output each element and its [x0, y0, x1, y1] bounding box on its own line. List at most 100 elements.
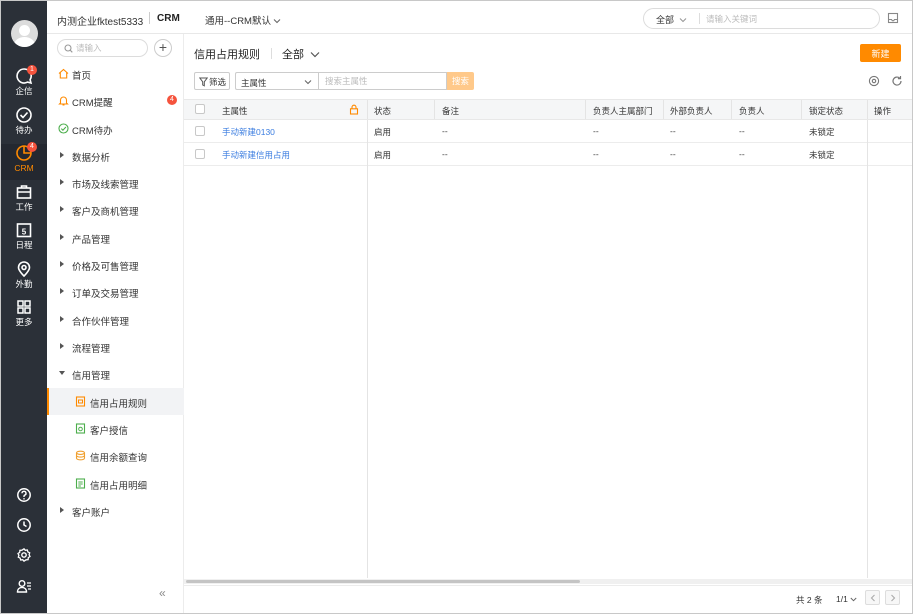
table-header: 主属性 状态 备注 负责人主属部门 外部负责人 负责人 锁定状态 操作 [184, 99, 912, 120]
column-header[interactable]: 锁定状态 [809, 105, 843, 117]
column-header[interactable]: 外部负责人 [670, 105, 713, 117]
sidebar-group-credit[interactable]: 信用管理 [47, 360, 184, 387]
rail-item-messages[interactable]: 1 企信 [1, 65, 47, 103]
app-rail: 1 企信 待办 4 CRM 工作 5 日程 外勤 更多 [1, 1, 47, 613]
sidebar-search-input[interactable] [76, 42, 146, 54]
svg-text:5: 5 [22, 228, 27, 237]
rail-item-crm[interactable]: 4 CRM [1, 142, 47, 180]
sidebar-item-crm-todo[interactable]: CRM待办 [47, 115, 184, 142]
column-header[interactable]: 负责人主属部门 [593, 105, 653, 117]
field-search-input[interactable] [318, 72, 447, 90]
sidebar-item-label: 价格及可售管理 [72, 262, 139, 273]
table-row[interactable]: 手动新建0130 启用 -- -- -- -- 未锁定 [184, 120, 912, 143]
column-header[interactable]: 主属性 [222, 105, 248, 117]
new-button[interactable]: 新建 [860, 44, 901, 62]
refresh-icon[interactable] [891, 75, 903, 87]
inbox-icon[interactable] [887, 12, 899, 24]
field-select[interactable]: 主属性 [235, 72, 318, 90]
horizontal-scrollbar[interactable] [184, 579, 912, 584]
sidebar-item-customer-credit[interactable]: 客户授信 [47, 415, 184, 442]
sidebar-group-data-analysis[interactable]: 数据分析 [47, 142, 184, 169]
database-icon [75, 450, 86, 461]
sidebar-item-home[interactable]: 首页 [47, 60, 184, 87]
global-search-input[interactable] [706, 12, 871, 25]
table-row[interactable]: 手动新建信用占用 启用 -- -- -- -- 未锁定 [184, 143, 912, 166]
search-scope-select[interactable]: 全部 [656, 13, 687, 26]
sidebar-item-crm-reminder[interactable]: CRM提醒 4 [47, 87, 184, 114]
column-header[interactable]: 负责人 [739, 105, 765, 117]
lock-status-cell: 未锁定 [809, 127, 835, 137]
rail-item-todo[interactable]: 待办 [1, 106, 47, 142]
sidebar-group-product[interactable]: 产品管理 [47, 224, 184, 251]
scope-selector[interactable]: 全部 [282, 46, 320, 62]
rail-badge: 1 [27, 65, 37, 75]
column-header[interactable]: 状态 [374, 105, 391, 117]
bell-icon [58, 96, 69, 106]
sidebar-group-customer[interactable]: 客户及商机管理 [47, 196, 184, 223]
rail-item-label: 日程 [15, 240, 33, 250]
add-menu-button[interactable]: + [154, 39, 172, 57]
record-link[interactable]: 手动新建信用占用 [222, 149, 290, 161]
column-divider [731, 100, 732, 119]
prev-page-button[interactable] [865, 590, 880, 605]
scope-selector-label: 全部 [282, 49, 304, 61]
settings-button[interactable] [1, 547, 47, 567]
lock-status-cell: 未锁定 [809, 150, 835, 160]
fixed-column-divider [367, 120, 368, 578]
column-divider [367, 100, 368, 119]
filter-button[interactable]: 筛选 [194, 72, 230, 90]
scrollbar-thumb[interactable] [186, 580, 580, 583]
external-owner-cell: -- [670, 126, 676, 136]
view-selector[interactable]: 通用--CRM默认 [205, 13, 281, 27]
global-search: 全部 [643, 8, 880, 29]
help-button[interactable] [1, 487, 47, 507]
calendar-icon: 5 [16, 223, 32, 238]
rail-item-schedule[interactable]: 5 日程 [1, 221, 47, 257]
chevron-down-icon [310, 52, 320, 58]
owner-cell: -- [739, 149, 745, 159]
lock-icon[interactable] [349, 104, 359, 115]
search-button[interactable]: 搜索 [447, 72, 474, 90]
sidebar-group-accounts[interactable]: 客户账户 [47, 497, 184, 524]
sidebar-group-pricing[interactable]: 价格及可售管理 [47, 251, 184, 278]
column-header[interactable]: 备注 [442, 105, 459, 117]
page-title: 信用占用规则 [194, 49, 260, 61]
check-circle-icon [16, 107, 32, 123]
filter-icon [199, 77, 208, 87]
sidebar-group-orders[interactable]: 订单及交易管理 [47, 278, 184, 305]
clock-icon [17, 518, 31, 532]
rail-badge: 4 [27, 142, 37, 152]
credit-doc-icon [75, 423, 86, 434]
rail-item-work[interactable]: 工作 [1, 183, 47, 219]
column-divider [585, 100, 586, 119]
next-page-button[interactable] [885, 590, 900, 605]
rail-item-field[interactable]: 外勤 [1, 260, 47, 296]
sidebar-group-process[interactable]: 流程管理 [47, 333, 184, 360]
row-checkbox[interactable] [195, 149, 205, 159]
column-divider [663, 100, 664, 119]
sidebar-group-partners[interactable]: 合作伙伴管理 [47, 306, 184, 333]
sidebar-group-marketing[interactable]: 市场及线索管理 [47, 169, 184, 196]
chevron-down-icon [273, 19, 281, 24]
history-button[interactable] [1, 517, 47, 537]
settings-icon[interactable] [868, 75, 880, 87]
rail-item-more[interactable]: 更多 [1, 298, 47, 334]
sidebar-item-credit-detail[interactable]: 信用占用明细 [47, 470, 184, 497]
plus-icon: + [158, 39, 168, 55]
contacts-button[interactable] [1, 578, 47, 598]
main-content: 信用占用规则 全部 新建 筛选 主属性 搜索 主属性 状态 备注 负责人主属部门 [184, 34, 912, 613]
sidebar-item-credit-rules[interactable]: 信用占用规则 [47, 388, 184, 415]
sidebar-item-credit-balance[interactable]: 信用余额查询 [47, 442, 184, 469]
record-link[interactable]: 手动新建0130 [222, 126, 275, 138]
filter-button-label: 筛选 [209, 77, 227, 87]
user-avatar[interactable] [11, 20, 38, 47]
sidebar-item-label: CRM待办 [72, 126, 113, 137]
remark-cell: -- [442, 149, 448, 159]
page-select[interactable]: 1/1 [836, 594, 857, 604]
collapse-sidebar-icon[interactable]: « [159, 586, 166, 600]
caret-right-icon [60, 152, 64, 158]
select-all-checkbox[interactable] [195, 104, 205, 114]
home-icon [58, 68, 69, 79]
reminder-badge: 4 [167, 95, 177, 105]
row-checkbox[interactable] [195, 126, 205, 136]
